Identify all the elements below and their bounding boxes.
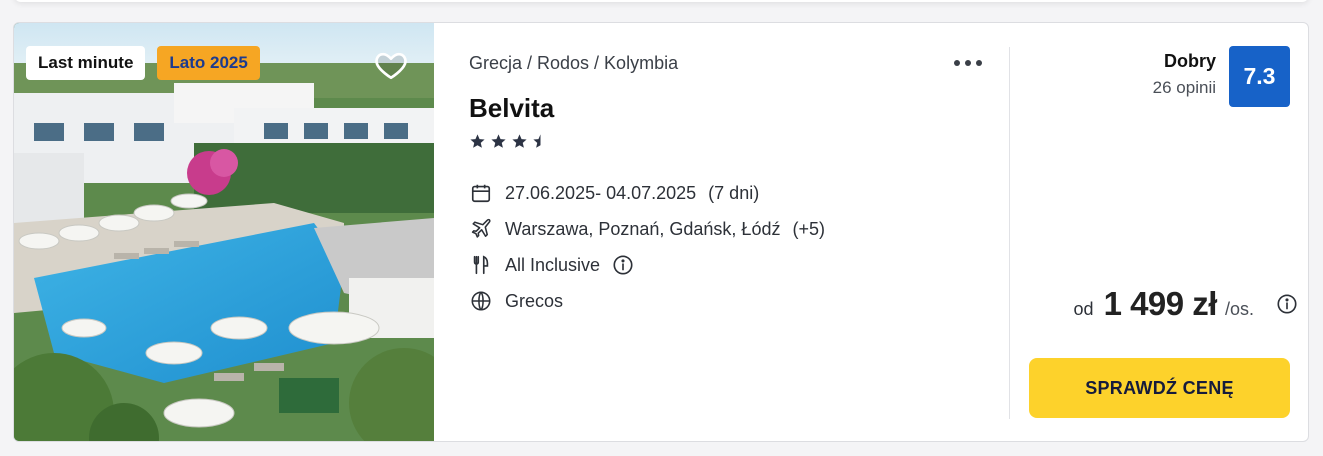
departure-cities: Warszawa, Poznań, Gdańsk, Łódź: [505, 218, 781, 239]
price-amount: 1 499 zł: [1103, 285, 1218, 322]
operator-row: Grecos: [469, 283, 825, 319]
board-row: All Inclusive: [469, 247, 825, 283]
more-dots-icon[interactable]: [951, 51, 985, 75]
heart-icon[interactable]: [373, 47, 409, 83]
hotel-photo-illustration: [14, 23, 434, 441]
review-count[interactable]: 26 opinii: [1153, 78, 1216, 98]
price-prefix: od: [1073, 299, 1094, 319]
season-badge: Lato 2025: [157, 46, 260, 80]
location-breadcrumb[interactable]: Grecja / Rodos / Kolymbia: [469, 53, 678, 74]
calendar-icon: [469, 181, 493, 205]
offer-details: Grecja / Rodos / Kolymbia Belvita 27.06.…: [469, 23, 989, 441]
hotel-photo[interactable]: Last minute Lato 2025: [14, 23, 434, 441]
offer-info-list: 27.06.2025- 04.07.2025 (7 dni) Warszawa,…: [469, 175, 825, 319]
half-star-icon: [533, 134, 541, 148]
departures-row: Warszawa, Poznań, Gdańsk, Łódź (+5): [469, 211, 825, 247]
dates-row: 27.06.2025- 04.07.2025 (7 dni): [469, 175, 825, 211]
photo-badges: Last minute Lato 2025: [26, 46, 260, 80]
price-suffix: /os.: [1224, 299, 1254, 319]
info-icon[interactable]: [612, 254, 634, 276]
offer-card[interactable]: Last minute Lato 2025 Grecja / Rodos / K…: [13, 22, 1309, 442]
last-minute-badge: Last minute: [26, 46, 146, 80]
travel-dates: 27.06.2025- 04.07.2025: [505, 182, 697, 203]
board-type: All Inclusive: [505, 254, 601, 275]
hotel-name[interactable]: Belvita: [469, 93, 554, 124]
info-icon[interactable]: [1276, 293, 1298, 315]
star-icon: [512, 134, 527, 148]
price-block: od 1 499 zł /os.: [1074, 285, 1298, 323]
rating-summary[interactable]: Dobry 26 opinii: [1153, 51, 1216, 98]
hotel-stars: [469, 133, 549, 150]
star-icon: [470, 134, 485, 148]
globe-icon: [469, 289, 493, 313]
previous-card-edge: [14, 0, 1309, 2]
travel-duration: (7 dni): [708, 182, 760, 203]
tour-operator: Grecos: [505, 290, 564, 311]
star-icon: [491, 134, 506, 148]
rating-label: Dobry: [1163, 51, 1216, 71]
more-departures[interactable]: (+5): [792, 219, 825, 240]
plane-icon: [469, 217, 493, 241]
check-price-button[interactable]: SPRAWDŹ CENĘ: [1029, 358, 1290, 418]
cutlery-icon: [469, 253, 493, 277]
section-divider: [1009, 47, 1010, 419]
rating-score-badge: 7.3: [1229, 46, 1290, 107]
